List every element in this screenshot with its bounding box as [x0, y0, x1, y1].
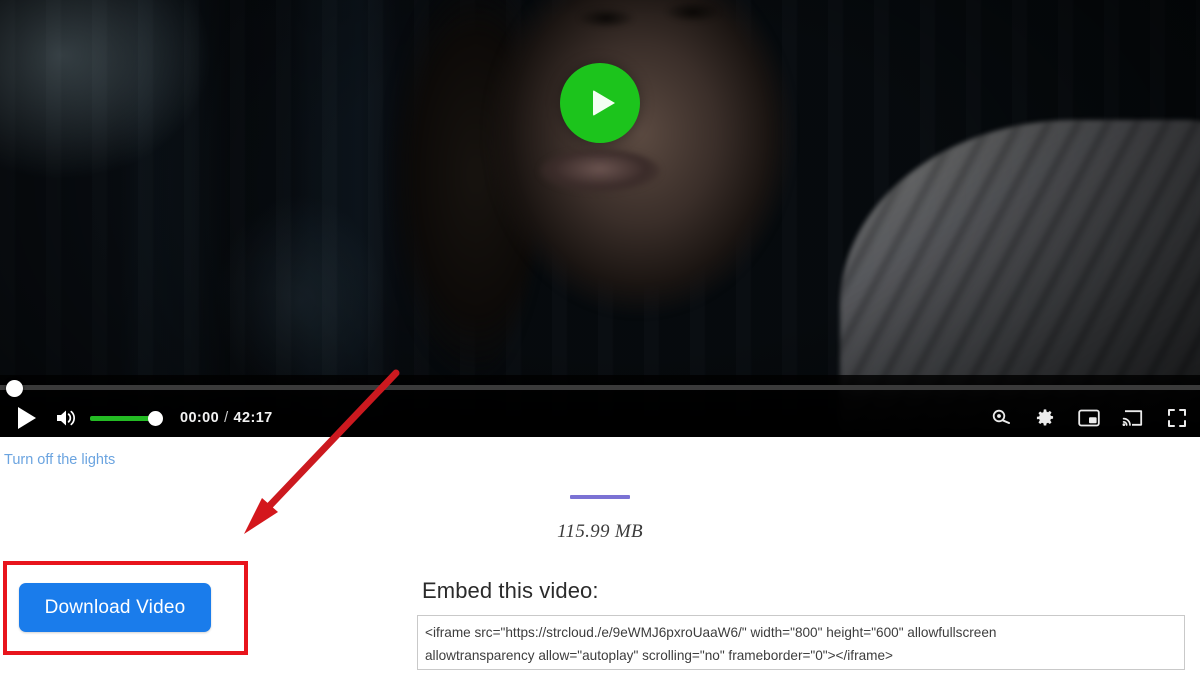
embed-code-textarea[interactable]	[417, 615, 1185, 670]
picture-in-picture-icon[interactable]	[1078, 407, 1100, 429]
section-divider	[570, 495, 630, 499]
file-size-value: 115.99 MB	[557, 521, 643, 542]
play-triangle-icon	[592, 90, 615, 116]
embed-section-title: Embed this video:	[422, 578, 599, 603]
fullscreen-icon[interactable]	[1166, 407, 1188, 429]
seek-bar[interactable]	[0, 385, 1200, 390]
volume-icon-svg	[57, 410, 75, 425]
control-row: 00:00/42:17	[0, 398, 1200, 437]
zoom-search-icon[interactable]	[990, 407, 1012, 429]
turn-off-the-lights-link[interactable]: Turn off the lights	[4, 452, 115, 468]
time-display: 00:00/42:17	[180, 410, 273, 426]
download-video-button[interactable]: Download Video	[19, 583, 211, 632]
play-circle-icon[interactable]	[560, 63, 640, 143]
current-time: 00:00	[180, 409, 220, 426]
volume-slider-handle[interactable]	[148, 410, 163, 426]
fullscreen-icon-svg	[1168, 408, 1186, 427]
cast-icon[interactable]	[1122, 407, 1144, 429]
player-control-bar[interactable]: 00:00/42:17	[0, 375, 1200, 437]
video-player[interactable]: 00:00/42:17	[0, 0, 1200, 437]
file-size-label: 115.99 MB	[0, 521, 1200, 543]
player-right-controls	[990, 407, 1188, 429]
video-subject-mouth	[540, 150, 660, 192]
picture-in-picture-icon-svg	[1078, 409, 1100, 426]
total-duration: 42:17	[233, 409, 273, 426]
gear-icon-svg	[1036, 408, 1054, 426]
cast-icon-svg	[1122, 409, 1143, 426]
video-subject-eye-left	[578, 8, 634, 28]
video-subject-eye-right	[666, 2, 720, 22]
volume-slider[interactable]	[90, 410, 170, 426]
play-icon[interactable]	[16, 406, 38, 430]
zoom-search-icon-svg	[992, 409, 1010, 424]
play-icon-triangle	[18, 406, 36, 429]
time-separator: /	[224, 409, 229, 426]
seek-bar-handle[interactable]	[6, 380, 23, 397]
volume-icon[interactable]	[54, 407, 80, 429]
gear-icon[interactable]	[1034, 407, 1056, 429]
volume-slider-track	[90, 415, 156, 421]
